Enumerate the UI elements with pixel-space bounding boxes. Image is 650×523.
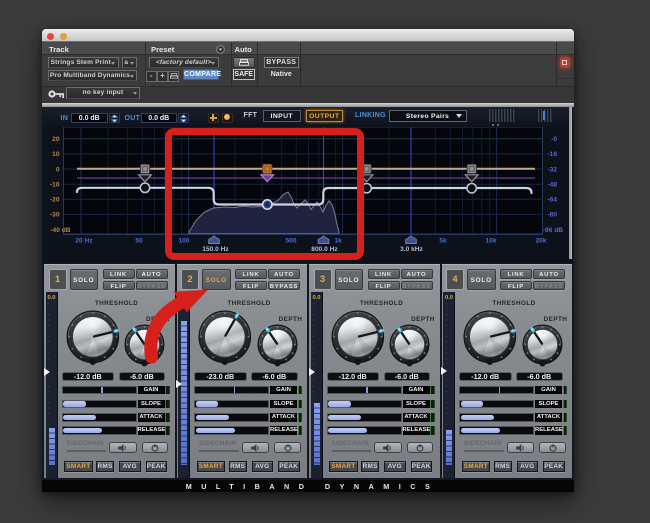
svg-text:-64: -64: [547, 196, 557, 203]
svg-text:20k: 20k: [535, 237, 546, 244]
svg-text:-80: -80: [547, 211, 557, 218]
svg-text:10: 10: [52, 151, 60, 158]
svg-text:-0: -0: [551, 136, 557, 143]
svg-text:3.0 kHz: 3.0 kHz: [400, 246, 423, 253]
svg-text:10k: 10k: [485, 237, 496, 244]
svg-text:20: 20: [52, 136, 60, 143]
svg-text:-30: -30: [50, 211, 60, 218]
svg-text:-48: -48: [547, 181, 557, 188]
svg-text:50: 50: [135, 237, 143, 244]
svg-text:-96 dB: -96 dB: [543, 226, 563, 233]
svg-text:-40 dB: -40 dB: [50, 226, 70, 233]
svg-text:5k: 5k: [439, 237, 447, 244]
svg-text:-16: -16: [547, 151, 557, 158]
svg-text:-10: -10: [50, 181, 60, 188]
svg-text:20 Hz: 20 Hz: [75, 237, 93, 244]
svg-text:-20: -20: [50, 196, 60, 203]
svg-text:-32: -32: [547, 166, 557, 173]
svg-text:0: 0: [56, 166, 60, 173]
